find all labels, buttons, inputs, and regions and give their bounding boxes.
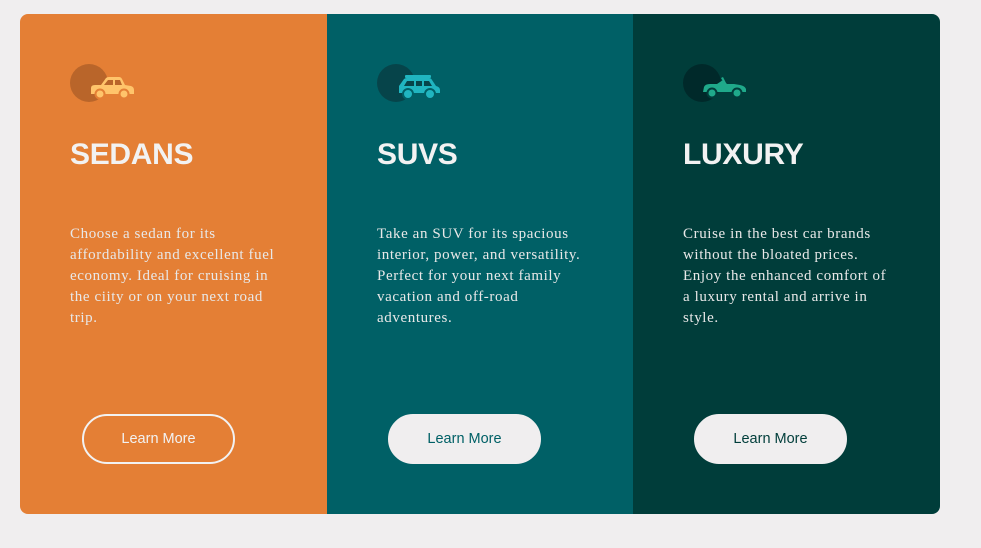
card-luxury: LUXURY Cruise in the best car brands wit… — [633, 14, 940, 514]
learn-more-button[interactable]: Learn More — [82, 414, 235, 464]
card-description: Cruise in the best car brands without th… — [683, 226, 887, 326]
card-title: LUXURY — [683, 138, 804, 171]
card-sedans: SEDANS Choose a sedan for its affordabil… — [20, 14, 327, 514]
suv-car-icon — [399, 75, 440, 100]
card-description: Choose a sedan for its affordability and… — [70, 226, 275, 326]
luxury-icon-container — [683, 64, 749, 104]
card-description: Take an SUV for its spacious interior, p… — [377, 226, 581, 326]
suv-icon-container — [377, 64, 443, 104]
card-title: SEDANS — [70, 138, 194, 171]
sedan-car-icon — [91, 77, 134, 100]
luxury-car-icon — [703, 77, 746, 99]
learn-more-button[interactable]: Learn More — [694, 414, 847, 464]
learn-more-button[interactable]: Learn More — [388, 414, 541, 464]
card-suvs: SUVS Take an SUV for its spacious interi… — [327, 14, 633, 514]
car-categories-panel: SEDANS Choose a sedan for its affordabil… — [20, 14, 940, 514]
sedan-icon-container — [70, 64, 136, 104]
card-title: SUVS — [377, 138, 458, 171]
